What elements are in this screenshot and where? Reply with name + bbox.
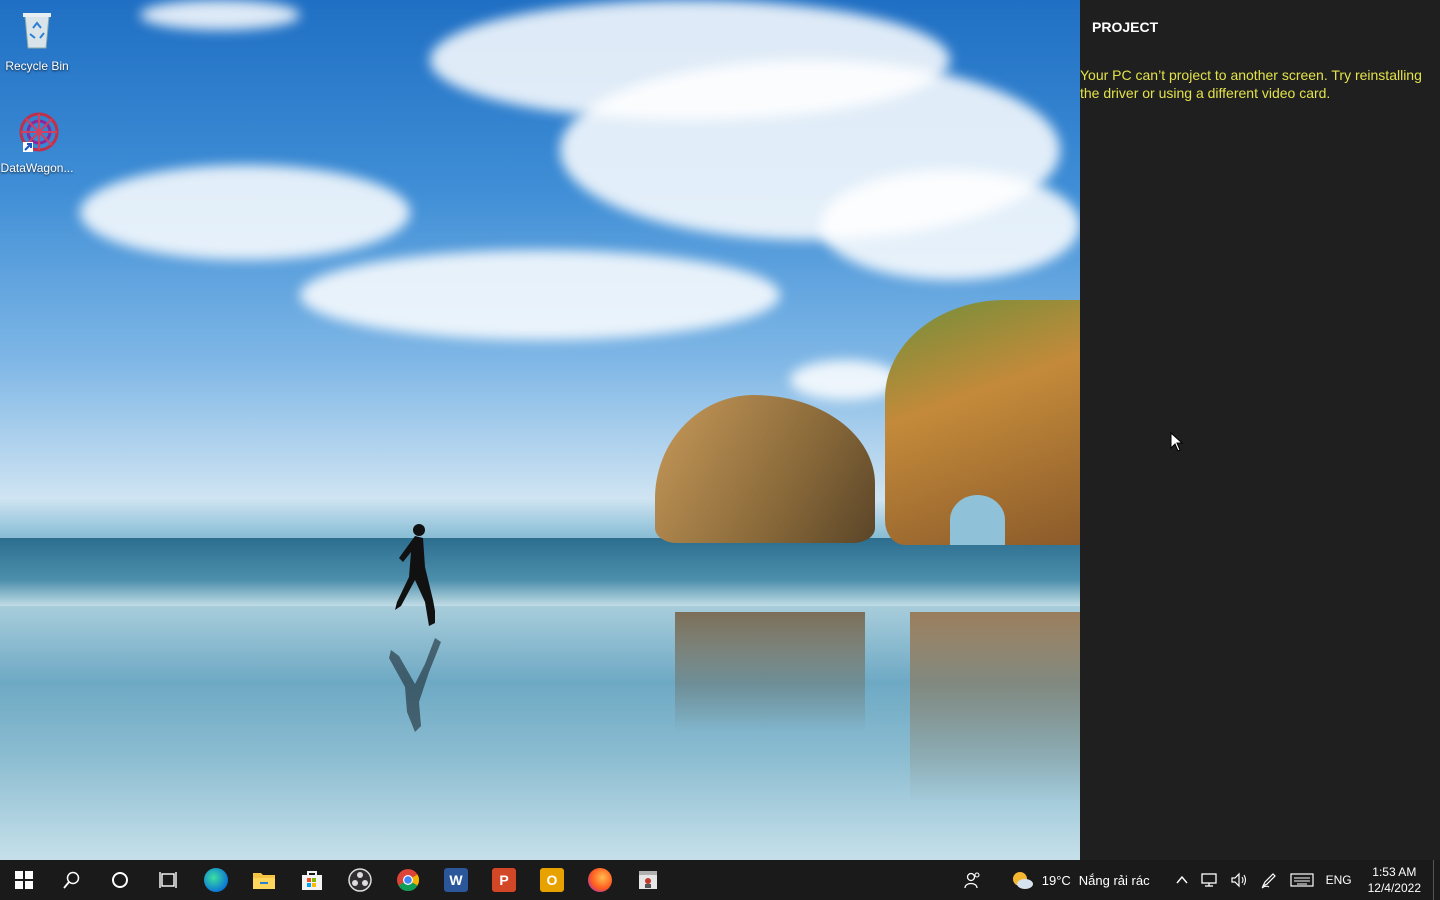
speaker-icon (1230, 872, 1246, 888)
cloud (300, 250, 780, 340)
taskbar-app-powerpoint[interactable]: P (480, 860, 528, 900)
cliff-reflection (910, 612, 1080, 802)
word-icon: W (444, 868, 468, 892)
cloud (790, 360, 900, 400)
network-icon (1200, 873, 1217, 887)
weather-temperature: 19°C (1041, 872, 1071, 888)
obs-icon (348, 868, 372, 892)
clock-date: 12/4/2022 (1367, 881, 1421, 895)
start-button[interactable] (0, 860, 48, 900)
taskbar-app-word[interactable]: W (432, 860, 480, 900)
network-button[interactable] (1194, 860, 1224, 900)
taskbar-app-file-explorer[interactable] (240, 860, 288, 900)
runner-silhouette (395, 524, 435, 626)
keyboard-icon (1289, 873, 1314, 887)
taskbar-app-store[interactable] (288, 860, 336, 900)
desktop-icon-datawagon[interactable]: DataWagon... (0, 110, 74, 175)
taskbar: W P O 19°C Nắng rải rác ENG 1:53 AM 12/4… (0, 860, 1440, 900)
arch-opening (950, 495, 1005, 545)
pen-icon (1261, 873, 1276, 889)
datawagon-shortcut-icon (19, 112, 59, 152)
cloud (820, 170, 1080, 280)
panel-title: PROJECT (1092, 19, 1159, 35)
pen-workspace-button[interactable] (1254, 860, 1284, 900)
outlook-icon: O (540, 868, 564, 892)
app-window-icon (639, 871, 657, 889)
search-icon (63, 871, 80, 889)
partly-sunny-icon (1012, 872, 1033, 889)
rock-reflection (675, 612, 865, 732)
windows-start-icon (15, 871, 33, 889)
rock-formation (655, 395, 875, 543)
show-desktop-button[interactable] (1433, 860, 1440, 900)
taskbar-app-chrome[interactable] (384, 860, 432, 900)
cortana-button[interactable] (96, 860, 144, 900)
desktop-icon-label: DataWagon... (0, 161, 74, 175)
task-view-button[interactable] (144, 860, 192, 900)
system-tray: 19°C Nắng rải rác ENG 1:53 AM 12/4/2022 (958, 860, 1440, 900)
desktop-icon-recycle-bin[interactable]: Recycle Bin (0, 8, 74, 73)
taskbar-app-edge[interactable] (192, 860, 240, 900)
volume-button[interactable] (1224, 860, 1254, 900)
taskbar-app-window[interactable] (624, 860, 672, 900)
desktop-icon-label: Recycle Bin (5, 59, 69, 73)
chrome-icon (397, 869, 419, 891)
people-button[interactable] (958, 860, 988, 900)
language-indicator[interactable]: ENG (1320, 860, 1358, 900)
clock[interactable]: 1:53 AM 12/4/2022 (1358, 860, 1431, 900)
store-icon (302, 871, 322, 890)
chevron-up-icon (1176, 875, 1188, 884)
sea (0, 538, 1080, 608)
people-icon (964, 872, 980, 889)
edge-icon (204, 868, 228, 892)
firefox-icon (588, 868, 612, 892)
clock-time: 1:53 AM (1372, 865, 1417, 879)
recycle-bin-icon (23, 13, 51, 49)
taskbar-app-firefox[interactable] (576, 860, 624, 900)
project-panel: PROJECT Your PC can’t project to another… (1080, 0, 1440, 860)
desktop-wallpaper[interactable] (0, 0, 1080, 860)
cloud (80, 165, 410, 260)
error-message: Your PC can’t project to another screen.… (1080, 67, 1422, 101)
weather-condition: Nắng rải rác (1078, 872, 1150, 888)
mouse-cursor-icon (1170, 432, 1184, 452)
taskbar-app-outlook[interactable]: O (528, 860, 576, 900)
cortana-circle-icon (112, 872, 128, 888)
runner-reflection (389, 638, 441, 732)
taskbar-app-obs[interactable] (336, 860, 384, 900)
powerpoint-icon: P (492, 868, 516, 892)
touch-keyboard-button[interactable] (1284, 860, 1320, 900)
weather-widget[interactable]: 19°C Nắng rải rác (988, 860, 1156, 900)
search-button[interactable] (48, 860, 96, 900)
show-hidden-icons-button[interactable] (1156, 860, 1194, 900)
task-view-icon (159, 872, 177, 888)
cloud (140, 0, 300, 30)
file-explorer-icon (253, 873, 275, 889)
